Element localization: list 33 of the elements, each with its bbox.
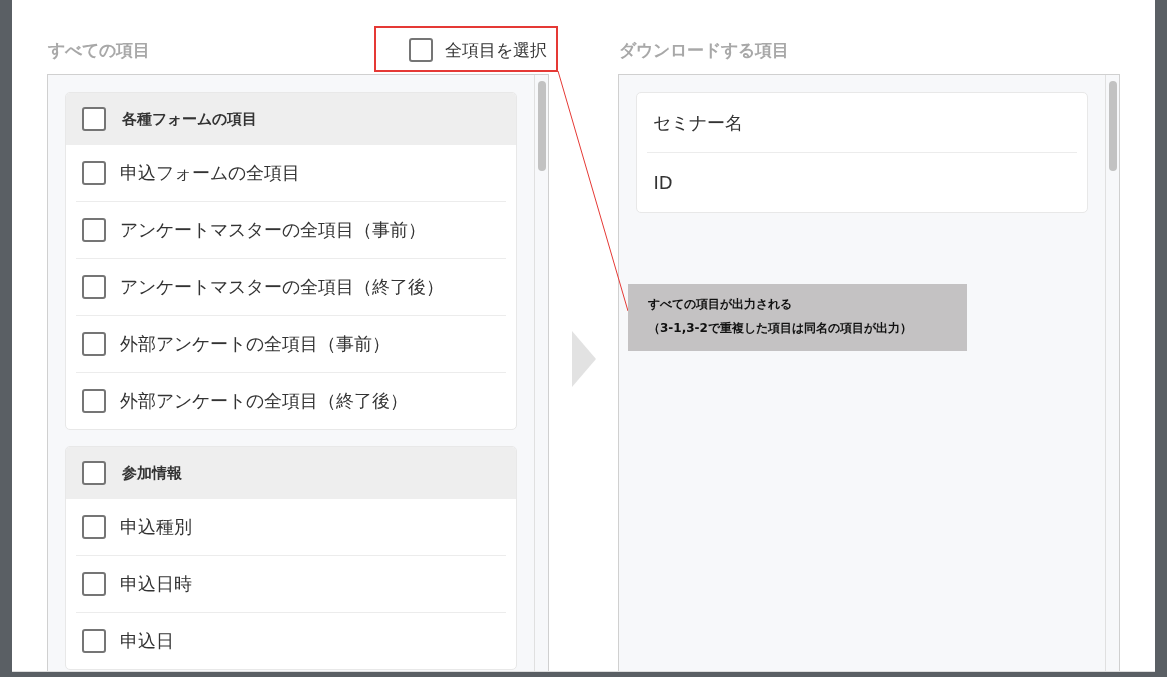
item-label[interactable]: 外部アンケートの全項目（終了後） (120, 389, 408, 413)
arrow-icon (571, 330, 596, 387)
checkbox[interactable] (82, 515, 106, 539)
checkbox-label[interactable]: 全項目を選択 (444, 38, 547, 62)
checkbox[interactable] (82, 572, 106, 596)
item-label[interactable]: アンケートマスターの全項目（事前） (120, 218, 426, 242)
scrollbar[interactable] (533, 75, 548, 671)
group-title[interactable]: 参加情報 (122, 463, 182, 483)
item-label[interactable]: アンケートマスターの全項目（終了後） (120, 275, 444, 299)
checkbox[interactable] (82, 218, 106, 242)
column-title: ダウンロードする項目 (618, 38, 790, 62)
checkbox[interactable] (82, 389, 106, 413)
checkbox[interactable] (82, 332, 106, 356)
item-label[interactable]: 申込日 (120, 629, 174, 653)
item-label[interactable]: 申込日時 (120, 572, 192, 596)
selected-item[interactable]: ID (647, 153, 1077, 212)
scrollbar[interactable] (1105, 75, 1119, 671)
checkbox[interactable] (82, 629, 106, 653)
checkbox[interactable] (82, 107, 106, 131)
checkbox[interactable] (82, 161, 106, 185)
item-label[interactable]: 外部アンケートの全項目（事前） (120, 332, 390, 356)
selected-item[interactable]: セミナー名 (647, 93, 1077, 153)
scrollbar-thumb[interactable] (537, 81, 546, 171)
annotation-text: すべての項目が出力される (648, 296, 793, 313)
column-title: すべての項目 (47, 38, 150, 62)
annotation-text: （3-1,3-2で重複した項目は同名の項目が出力） (648, 320, 913, 337)
item-label[interactable]: 申込フォームの全項目 (120, 161, 300, 185)
scrollbar-thumb[interactable] (1109, 81, 1117, 171)
group-title[interactable]: 各種フォームの項目 (122, 109, 257, 129)
checkbox[interactable] (408, 38, 433, 62)
checkbox[interactable] (82, 461, 106, 485)
checkbox[interactable] (82, 275, 106, 299)
item-label[interactable]: 申込種別 (120, 515, 192, 539)
